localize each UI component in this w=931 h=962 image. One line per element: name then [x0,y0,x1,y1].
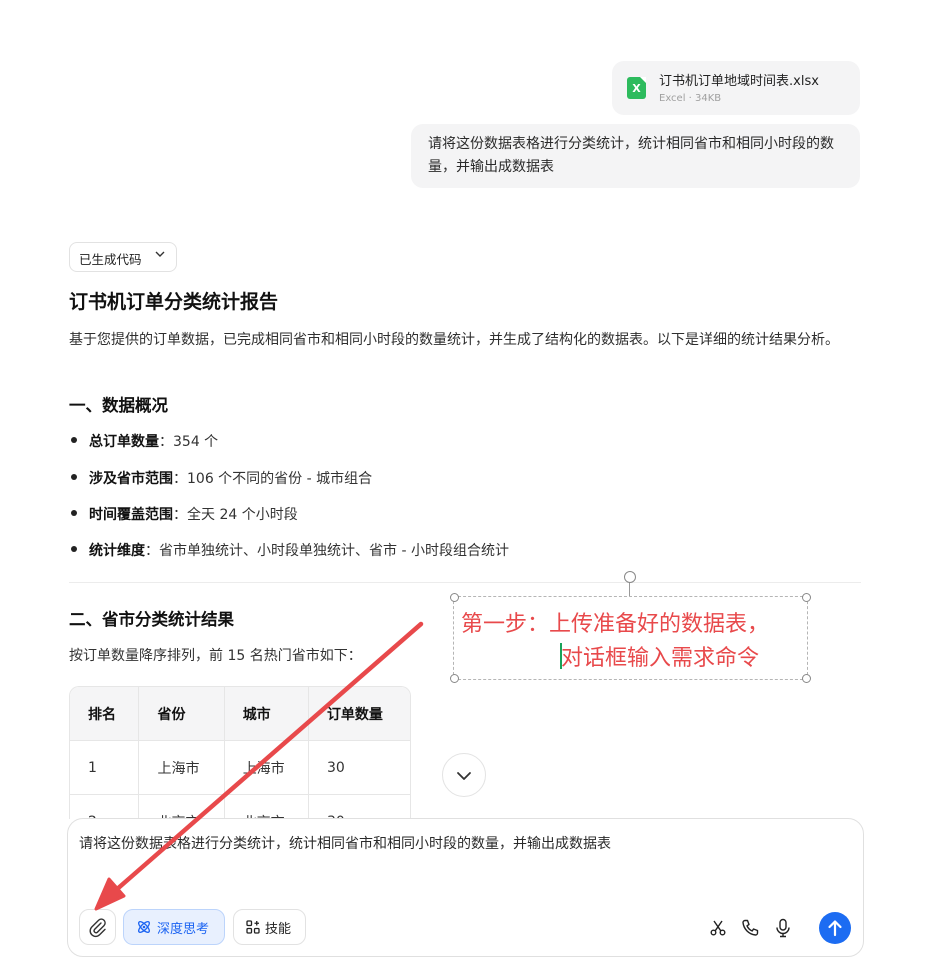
generated-code-toggle[interactable]: 已生成代码 [69,242,177,272]
bullet-dot [71,474,77,480]
report-intro: 基于您提供的订单数据，已完成相同省市和相同小时段的数量统计，并生成了结构化的数据… [69,332,839,348]
bullet-value: ：106 个不同的省份 - 城市组合 [173,471,373,487]
section-province-title: 二、省市分类统计结果 [69,610,234,629]
section-overview-title: 一、数据概况 [69,396,168,415]
bullet-value: ：354 个 [159,434,219,450]
phone-icon [742,919,759,936]
bullet-value: ：全天 24 个小时段 [173,507,298,523]
bullet-dot [71,437,77,443]
chevron-down-icon [457,772,471,780]
skills-label: 技能 [265,922,292,937]
deep-think-toggle[interactable]: 深度思考 [123,909,225,945]
table-cell: 上海市 [224,740,309,795]
generated-code-label: 已生成代码 [79,252,142,267]
chat-input-text[interactable]: 请将这份数据表格进行分类统计，统计相同省市和相同小时段的数量，并输出成数据表 [79,833,839,853]
table-cell: 上海市 [138,740,225,795]
province-table: 排名 省份 城市 订单数量 1 上海市 上海市 30 2 北京市 北京市 30 [69,686,411,819]
send-button[interactable] [819,912,851,944]
table-cell: 北京市 [138,794,225,819]
apps-icon [246,920,260,934]
text-cursor [560,643,562,669]
report-title: 订书机订单分类统计报告 [69,291,279,313]
section-divider [69,582,861,583]
scissors-button[interactable] [709,919,727,937]
table-cell: 2 [70,794,140,819]
section-province-subtitle: 按订单数量降序排列，前 15 名热门省市如下： [69,648,362,664]
table-header-cell: 城市 [224,687,309,741]
list-item: 总订单数量：354 个 [71,431,218,451]
table-cell: 30 [308,740,410,795]
annotation-rotate-handle[interactable] [624,571,636,583]
scissors-icon [710,920,726,936]
excel-file-icon: X [627,77,646,99]
table-cell: 30 [308,794,410,819]
table-row: 2 北京市 北京市 30 [70,794,410,819]
attach-file-button[interactable] [79,909,116,945]
scroll-to-bottom-button[interactable] [442,753,486,797]
chevron-down-icon [154,248,166,263]
resize-handle[interactable] [450,674,459,683]
paperclip-icon [89,918,106,938]
bullet-label: 总订单数量 [89,434,159,450]
resize-handle[interactable] [450,593,459,602]
list-item: 时间覆盖范围：全天 24 个小时段 [71,504,298,524]
voice-input-button[interactable] [774,918,792,938]
atom-icon [138,921,150,933]
table-header-cell: 省份 [138,687,225,741]
resize-handle[interactable] [802,674,811,683]
list-item: 涉及省市范围：106 个不同的省份 - 城市组合 [71,468,372,488]
deep-think-label: 深度思考 [157,922,210,937]
voice-call-button[interactable] [740,918,760,938]
attachment-card[interactable]: X 订书机订单地域时间表.xlsx Excel · 34KB [612,61,860,115]
user-message-text: 请将这份数据表格进行分类统计，统计相同省市和相同小时段的数量，并输出成数据表 [428,136,834,175]
list-item: 统计维度：省市单独统计、小时段单独统计、省市 - 小时段组合统计 [71,540,509,560]
annotation-rotate-stem [629,582,630,596]
bullet-label: 统计维度 [89,543,145,559]
table-header-row: 排名 省份 城市 订单数量 [70,687,410,741]
bullet-dot [71,510,77,516]
table-cell: 北京市 [224,794,309,819]
attachment-file-meta: Excel · 34KB [659,93,722,104]
table-row: 1 上海市 上海市 30 [70,740,410,795]
user-message-bubble: 请将这份数据表格进行分类统计，统计相同省市和相同小时段的数量，并输出成数据表 [411,124,860,188]
chat-input-box[interactable]: 请将这份数据表格进行分类统计，统计相同省市和相同小时段的数量，并输出成数据表 深… [67,818,864,957]
attachment-file-name: 订书机订单地域时间表.xlsx [659,74,819,89]
microphone-icon [776,918,790,938]
annotation-line-2: 对话框输入需求命令 [561,646,760,671]
bullet-value: ：省市单独统计、小时段单独统计、省市 - 小时段组合统计 [145,543,509,559]
table-cell: 1 [70,740,140,795]
bullet-label: 涉及省市范围 [89,471,173,487]
skills-button[interactable]: 技能 [233,909,306,945]
bullet-dot [71,546,77,552]
arrow-up-icon [828,920,842,937]
table-header-cell: 订单数量 [308,687,410,741]
bullet-label: 时间覆盖范围 [89,507,173,523]
table-header-cell: 排名 [70,687,140,741]
resize-handle[interactable] [802,593,811,602]
annotation-line-1: 第一步：上传准备好的数据表， [461,612,770,637]
